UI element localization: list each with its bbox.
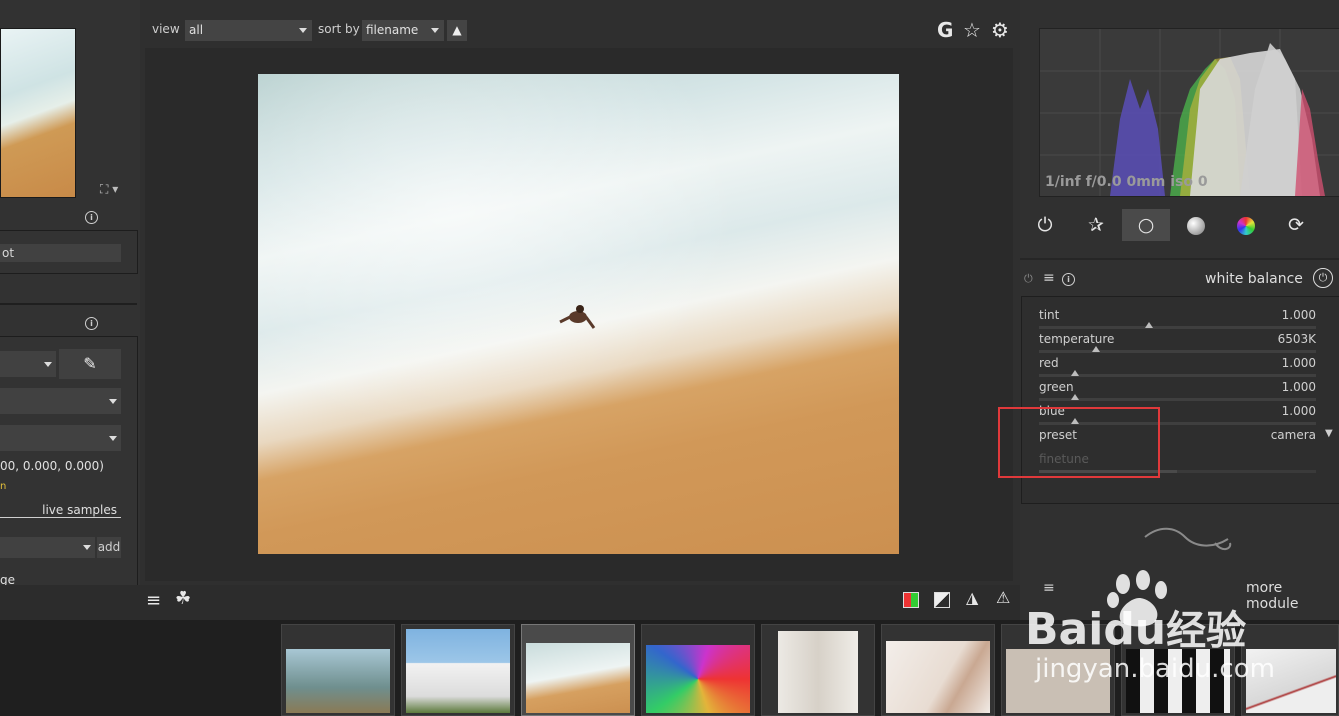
grouping-icon[interactable]: G <box>937 18 953 42</box>
baidu-watermark: Baidu经验 jingyan.baidu.com <box>1025 570 1335 710</box>
filmstrip-thumb-selected[interactable] <box>521 624 635 716</box>
color-readout: 00, 0.000, 0.000) <box>0 459 104 473</box>
module-power-icon[interactable]: ⏻ <box>1024 272 1033 286</box>
sortby-label: sort by <box>318 22 360 36</box>
power-icon[interactable]: ⏻ <box>1029 209 1061 241</box>
module-instance-icon[interactable]: ⏻ <box>1313 268 1333 288</box>
filmstrip-thumb[interactable] <box>281 624 395 716</box>
section-divider <box>0 303 137 305</box>
module-title: white balance <box>1205 271 1303 287</box>
info-icon[interactable]: i <box>85 317 98 330</box>
green-slider[interactable]: green 1.000 <box>1039 380 1316 404</box>
correct-group-icon[interactable]: ⟳ <box>1280 209 1312 241</box>
left-dropdown-1[interactable] <box>0 351 56 377</box>
color-group-icon[interactable] <box>1230 209 1262 241</box>
add-sample-button[interactable]: add <box>97 537 121 558</box>
filmstrip-thumb[interactable] <box>761 624 875 716</box>
panel-flourish <box>1144 527 1232 550</box>
filmstrip-thumb[interactable] <box>641 624 755 716</box>
person-figure <box>559 305 596 329</box>
star-icon[interactable]: ☆ <box>963 18 981 42</box>
sort-direction-button[interactable]: ▲ <box>447 20 467 41</box>
left-module-box-2: ✎ 00, 0.000, 0.000) n live samples add g… <box>0 336 138 598</box>
histogram-graph <box>1040 29 1339 196</box>
basic-group-icon[interactable]: ○ <box>1122 209 1170 241</box>
left-module-box-1: ot <box>0 230 138 274</box>
filmstrip-thumb[interactable] <box>881 624 995 716</box>
exif-info: 1/inf f/0.0 0mm iso 0 <box>1045 174 1208 190</box>
favorites-icon[interactable]: ✰ <box>1080 209 1112 241</box>
red-slider[interactable]: red 1.000 <box>1039 356 1316 380</box>
navigation-thumbnail[interactable] <box>0 28 76 198</box>
menu-icon[interactable]: ≡ <box>146 590 161 611</box>
histogram[interactable] <box>1039 28 1339 197</box>
sortby-select[interactable]: filename <box>362 20 444 41</box>
left-dropdown-2[interactable] <box>0 388 121 414</box>
tone-group-icon[interactable] <box>1180 209 1212 241</box>
left-field-1[interactable]: ot <box>0 244 121 262</box>
softproof-icon[interactable]: ◮ <box>966 588 978 607</box>
samples-dropdown[interactable] <box>0 537 95 558</box>
temperature-slider[interactable]: temperature 6503K <box>1039 332 1316 356</box>
filmstrip-thumb[interactable] <box>401 624 515 716</box>
left-dropdown-3[interactable] <box>0 425 121 451</box>
module-presets-icon[interactable]: ≡ <box>1043 270 1055 286</box>
info-icon[interactable]: i <box>85 211 98 224</box>
presets-icon[interactable]: ☘ <box>175 588 191 609</box>
watermark-brand: Baidu经验 <box>1025 604 1247 655</box>
expand-icon[interactable]: ⛶ ▾ <box>100 182 118 197</box>
module-info-icon[interactable]: i <box>1062 273 1075 286</box>
panel-divider <box>1020 258 1339 260</box>
watermark-url: jingyan.baidu.com <box>1035 654 1275 684</box>
tint-slider[interactable]: tint 1.000 <box>1039 308 1316 332</box>
overexposed-icon[interactable] <box>934 592 950 608</box>
gear-icon[interactable]: ⚙ <box>991 18 1009 42</box>
view-label: view <box>152 22 180 36</box>
view-select[interactable]: all <box>185 20 312 41</box>
marker-text: n <box>0 481 7 492</box>
color-assessment-icon[interactable] <box>903 592 919 608</box>
gamut-warning-icon[interactable]: ⚠ <box>996 588 1010 607</box>
preset-dropdown-arrow[interactable]: ▼ <box>1325 428 1333 439</box>
color-picker-icon[interactable]: ✎ <box>59 349 121 379</box>
live-samples-label: live samples <box>0 503 121 518</box>
highlight-annotation-box <box>998 407 1160 478</box>
bottom-toolbar: ≡ ☘ ◮ ⚠ <box>0 585 1020 620</box>
